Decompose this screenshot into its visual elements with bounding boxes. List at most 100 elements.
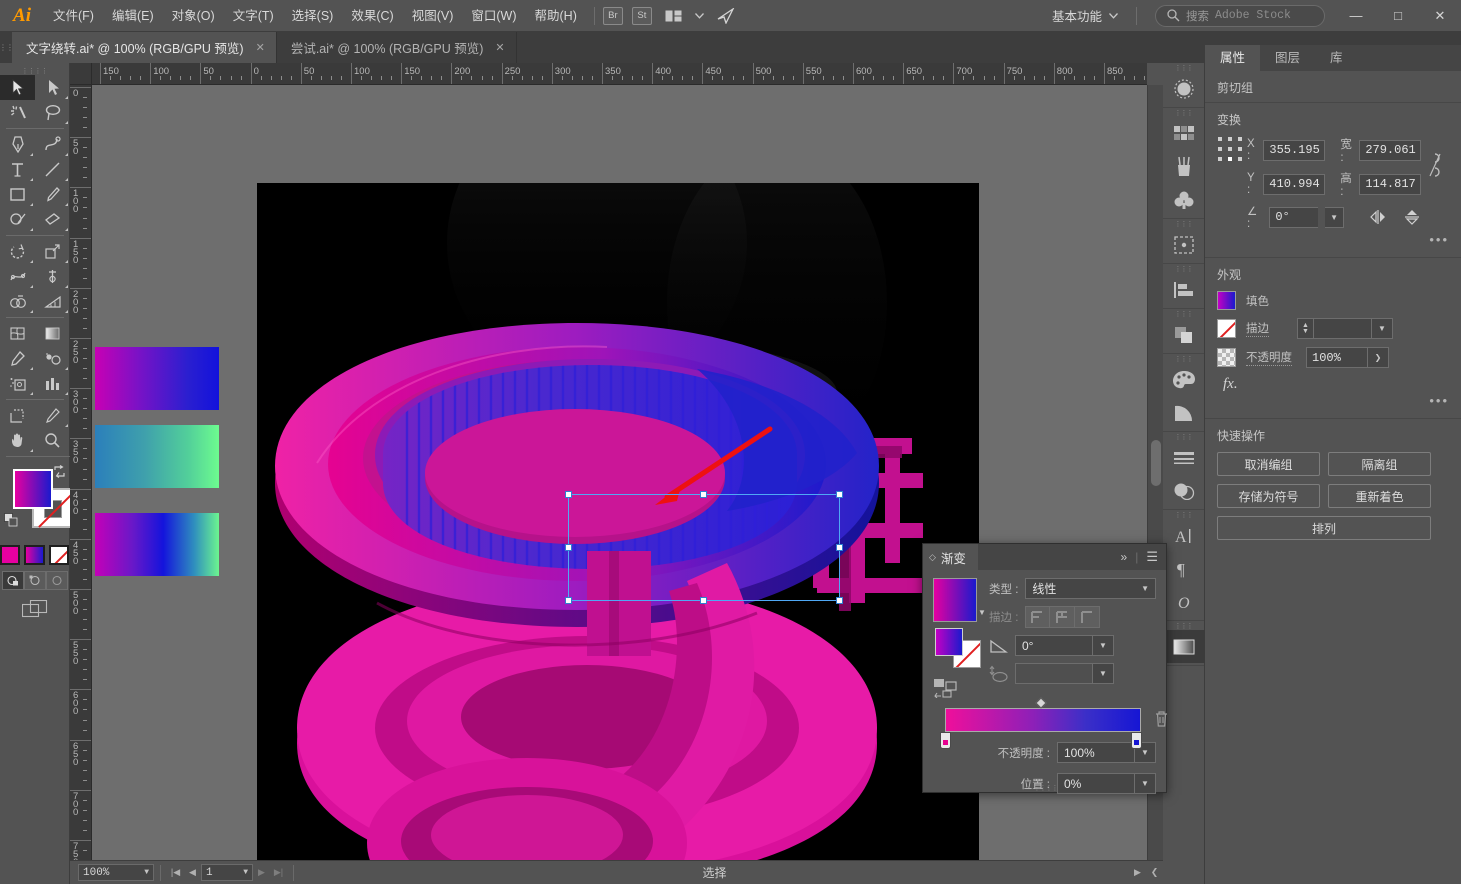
- none-swatch-button[interactable]: [48, 545, 69, 565]
- rectangle-tool[interactable]: [0, 182, 35, 207]
- gradient-panel-menu-icon[interactable]: ☰: [1146, 549, 1158, 565]
- recolor-button[interactable]: 重新着色: [1328, 484, 1431, 508]
- menu-edit[interactable]: 编辑(E): [103, 0, 163, 32]
- selection-bounding-box[interactable]: [565, 491, 843, 604]
- gradient-preview-chevron-down-icon[interactable]: ▼: [978, 608, 986, 617]
- dock-grip-6[interactable]: ⋮⋮⋮: [1163, 354, 1204, 363]
- tab-properties[interactable]: 属性: [1205, 45, 1261, 71]
- fill-color-swatch[interactable]: [13, 469, 53, 509]
- gradient-aspect-input[interactable]: [1015, 663, 1093, 684]
- flip-vertical-icon[interactable]: [1403, 209, 1421, 225]
- document-tab-2-close-icon[interactable]: ✕: [495, 41, 504, 54]
- gradient-icon[interactable]: [1163, 630, 1205, 663]
- zoom-tool[interactable]: [35, 428, 70, 453]
- gradient-angle-input[interactable]: 0°: [1015, 635, 1093, 656]
- stroke-weight-stepper[interactable]: ▲ ▼: [1297, 318, 1314, 339]
- swap-fill-stroke-icon[interactable]: [53, 465, 66, 478]
- height-input[interactable]: 114.817: [1359, 173, 1422, 195]
- transform-more-options[interactable]: •••: [1217, 232, 1449, 247]
- menu-object[interactable]: 对象(O): [163, 0, 224, 32]
- perspective-grid-tool[interactable]: [35, 289, 70, 314]
- dock-grip-3[interactable]: ⋮⋮⋮: [1163, 219, 1204, 228]
- hand-tool[interactable]: [0, 428, 35, 453]
- dock-grip-9[interactable]: ⋮⋮⋮: [1163, 621, 1204, 630]
- transparency-icon[interactable]: [1163, 474, 1205, 507]
- stroke-icon[interactable]: [1163, 441, 1205, 474]
- curvature-tool[interactable]: [35, 132, 70, 157]
- shaper-tool[interactable]: [0, 207, 35, 232]
- selection-handle-bc[interactable]: [700, 597, 707, 604]
- change-screen-mode-button[interactable]: [0, 600, 69, 618]
- minimize-button[interactable]: —: [1335, 0, 1377, 32]
- reference-point-selector[interactable]: [1217, 136, 1243, 162]
- opacity-options-icon[interactable]: ❯: [1368, 347, 1389, 368]
- default-fill-stroke-icon[interactable]: [4, 513, 18, 527]
- width-input[interactable]: 279.061: [1359, 139, 1422, 161]
- arrange-documents-icon[interactable]: [661, 5, 687, 27]
- gradient-opacity-input[interactable]: 100%: [1057, 742, 1135, 763]
- stroke-weight-chevron-down-icon[interactable]: ▼: [1372, 318, 1393, 339]
- maximize-button[interactable]: □: [1377, 0, 1419, 32]
- selection-handle-tr[interactable]: [836, 491, 843, 498]
- isolate-group-button[interactable]: 隔离组: [1328, 452, 1431, 476]
- lasso-tool[interactable]: [35, 100, 70, 125]
- gradient-type-select[interactable]: 线性 ▼: [1025, 578, 1156, 599]
- gradient-panel-header[interactable]: ◇ 渐变 » | ☰: [923, 544, 1166, 570]
- artboard-chevron-down-icon[interactable]: ▼: [243, 868, 248, 877]
- workspace-switcher[interactable]: 基本功能: [1042, 4, 1128, 28]
- gradient-fill-swatch[interactable]: [935, 628, 963, 656]
- ungroup-button[interactable]: 取消编组: [1217, 452, 1320, 476]
- dock-grip-5[interactable]: ⋮⋮⋮: [1163, 309, 1204, 318]
- angle-input[interactable]: 0°: [1269, 206, 1318, 228]
- menu-type[interactable]: 文字(T): [224, 0, 283, 32]
- stroke-weight-input[interactable]: [1314, 318, 1372, 339]
- x-input[interactable]: 355.195: [1263, 139, 1326, 161]
- shape-builder-tool[interactable]: [0, 289, 35, 314]
- last-artboard-button[interactable]: ▶|: [270, 863, 287, 883]
- glyphs-icon[interactable]: O: [1163, 585, 1205, 618]
- menu-window[interactable]: 窗口(W): [462, 0, 525, 32]
- pen-tool[interactable]: [0, 132, 35, 157]
- gradient-stop-end[interactable]: [1131, 732, 1142, 749]
- line-segment-tool[interactable]: [35, 157, 70, 182]
- flip-horizontal-icon[interactable]: [1369, 209, 1387, 225]
- dock-grip-1[interactable]: ⋮⋮⋮: [1163, 63, 1204, 72]
- magic-wand-tool[interactable]: [0, 100, 35, 125]
- horizontal-ruler[interactable]: 150 100 50 0 50 100 150 200 250 300 350 400 450 500 55…: [92, 63, 1147, 85]
- stroke-swatch[interactable]: [1217, 319, 1236, 338]
- character-icon[interactable]: A: [1163, 519, 1205, 552]
- zoom-level-select[interactable]: 100% ▼: [78, 864, 154, 881]
- gradient-panel-tab[interactable]: ◇ 渐变: [923, 544, 978, 570]
- draw-inside-button[interactable]: [45, 571, 68, 590]
- gradient-midpoint-handle[interactable]: [1035, 697, 1047, 709]
- eraser-tool[interactable]: [35, 207, 70, 232]
- mesh-tool[interactable]: [0, 321, 35, 346]
- type-tool[interactable]: [0, 157, 35, 182]
- direct-selection-tool[interactable]: [35, 75, 70, 100]
- document-tab-1-close-icon[interactable]: ✕: [256, 41, 265, 54]
- ruler-corner[interactable]: [70, 63, 92, 85]
- pathfinder-icon[interactable]: [1163, 318, 1205, 351]
- artboards-icon[interactable]: [1163, 228, 1205, 261]
- appearance-more-options[interactable]: •••: [1217, 393, 1449, 408]
- blend-tool[interactable]: [35, 346, 70, 371]
- next-artboard-button[interactable]: ▶: [253, 863, 270, 883]
- slice-tool[interactable]: [35, 403, 70, 428]
- opacity-swatch[interactable]: [1217, 348, 1236, 367]
- selection-handle-ml[interactable]: [565, 544, 572, 551]
- artboard-number-select[interactable]: 1 ▼: [201, 864, 253, 881]
- zoom-chevron-down-icon[interactable]: ▼: [144, 868, 149, 877]
- gradient-preview-swatch[interactable]: [933, 578, 977, 622]
- scratch-gradient-rect-1[interactable]: [95, 347, 219, 410]
- scratch-gradient-rect-2[interactable]: [95, 425, 219, 488]
- selection-handle-tc[interactable]: [700, 491, 707, 498]
- status-mode-label[interactable]: 选择: [300, 864, 1129, 881]
- scale-tool[interactable]: [35, 239, 70, 264]
- tab-layers[interactable]: 图层: [1260, 45, 1315, 71]
- home-screen-icon[interactable]: [713, 5, 739, 27]
- bridge-button[interactable]: Br: [602, 6, 623, 25]
- brushes-icon[interactable]: [1163, 150, 1205, 183]
- status-play-icon[interactable]: ▶: [1129, 863, 1146, 883]
- draw-behind-button[interactable]: [23, 571, 46, 590]
- swatches-icon[interactable]: [1163, 117, 1205, 150]
